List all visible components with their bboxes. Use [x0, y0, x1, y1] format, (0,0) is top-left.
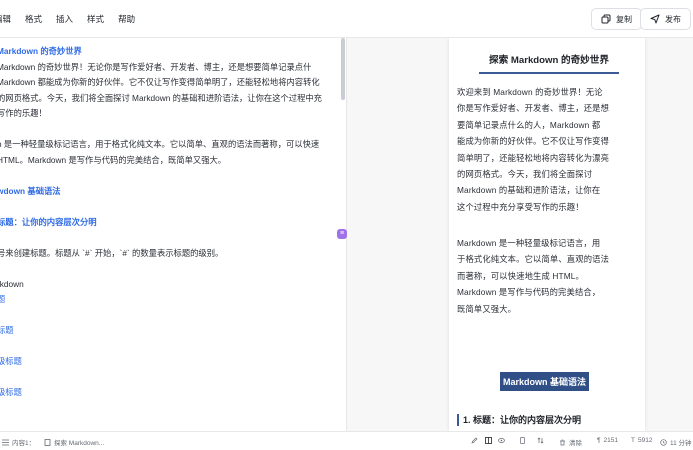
mobile-icon	[520, 437, 525, 444]
menu-style[interactable]: 样式	[87, 13, 104, 25]
word-count-icon: ¶	[597, 437, 601, 444]
publish-label: 发布	[665, 14, 681, 24]
preview-pane: 探索 Markdown 的奇妙世界 欢迎来到 Markdown 的奇妙世界！无论…	[347, 38, 693, 431]
char-count: T 5912	[631, 437, 652, 444]
eye-icon	[498, 438, 505, 443]
clock-icon	[660, 438, 667, 446]
editor-line: 级标题	[0, 356, 22, 366]
preview-card: 探索 Markdown 的奇妙世界 欢迎来到 Markdown 的奇妙世界！无论…	[449, 38, 645, 431]
clear-button[interactable]: 清除	[559, 437, 582, 447]
editor-line: 号来创建标题。标题从 `#` 开始，`#` 的数量表示标题的级别。	[0, 247, 224, 258]
status-bar: 内容1： 探索 Markdown... 清除 ¶ 2151 T 5912 11 …	[0, 431, 693, 450]
menu-edit[interactable]: 编辑	[0, 13, 11, 25]
clear-label: 清除	[569, 440, 582, 447]
preview-title: 探索 Markdown 的奇妙世界	[479, 52, 619, 74]
mobile-view-button[interactable]	[519, 437, 526, 444]
trash-icon	[560, 439, 565, 445]
document-tab-label: 探索 Markdown...	[54, 440, 105, 447]
preview-paragraph-2: Markdown 是一种轻量级标记语言，用 于格式化纯文本。它以简单、直观的语法…	[457, 238, 610, 314]
edit-mode-button[interactable]	[471, 437, 478, 444]
menu-format[interactable]: 格式	[25, 13, 42, 25]
sync-arrows-icon	[537, 437, 544, 444]
editor-scrollbar[interactable]	[341, 38, 345, 100]
editor-line: Markdown 都能成为你新的好伙伴。它不仅让写作变得简单明了，还能轻松地将内…	[0, 77, 320, 87]
copy-button[interactable]: 复制	[591, 8, 642, 30]
markdown-editor[interactable]: Markdown 的奇妙世界 Markdown 的奇妙世界！无论你是写作爱好者、开…	[0, 38, 346, 431]
sync-scroll-button[interactable]	[537, 437, 544, 444]
reading-time: 11 分钟	[660, 437, 692, 447]
editor-line: rkdown	[0, 278, 24, 289]
outline-icon	[2, 439, 9, 445]
editor-line: 标题：让你的内容层次分明	[0, 216, 97, 227]
editor-line: n 是一种轻量级标记语言，用于格式化纯文本。它以简单、直观的语法而著称，可以快速	[0, 139, 320, 149]
menu-insert[interactable]: 插入	[56, 13, 73, 25]
editor-line: Markdown 的奇妙世界	[0, 46, 82, 56]
preview-mode-button[interactable]	[498, 437, 505, 444]
drag-handle-icon[interactable]: ≡	[337, 229, 347, 239]
preview-heading-2: Markdown 基础语法	[500, 372, 590, 391]
document-tab[interactable]: 探索 Markdown...	[44, 437, 104, 447]
outline-toggle[interactable]: 内容1：	[2, 437, 35, 447]
copy-icon	[601, 14, 611, 24]
preview-heading-3: 1. 标题：让你的内容层次分明	[457, 414, 581, 426]
editor-line: Markdown 的奇妙世界！无论你是写作爱好者、开发者、博主，还是想要简单记录…	[0, 61, 312, 72]
pencil-icon	[471, 437, 478, 444]
editor-line: 标题	[0, 325, 14, 335]
editor-line: 级标题	[0, 387, 22, 397]
preview-paragraph-1: 欢迎来到 Markdown 的奇妙世界！无论 你是写作爱好者、开发者、博主，还是…	[457, 87, 610, 212]
top-toolbar: 编辑 格式 插入 样式 帮助 复制 发布	[0, 0, 693, 38]
reading-time-value: 11 分钟	[670, 440, 692, 447]
char-count-icon: T	[631, 437, 635, 444]
word-count: ¶ 2151	[597, 437, 618, 444]
menu-bar: 编辑 格式 插入 样式 帮助	[0, 13, 135, 25]
word-count-value: 2151	[603, 437, 618, 444]
editor-line: wdown 基础语法	[0, 185, 61, 196]
send-icon	[650, 14, 660, 24]
editor-line: 写作的乐趣！	[0, 108, 47, 118]
document-icon	[44, 438, 51, 446]
editor-line: 题	[0, 294, 6, 304]
publish-button[interactable]: 发布	[640, 8, 691, 30]
split-view-icon	[485, 437, 492, 444]
char-count-value: 5912	[637, 437, 653, 444]
outline-label: 内容1：	[12, 440, 36, 447]
split-view-button[interactable]	[485, 437, 492, 444]
menu-help[interactable]: 帮助	[118, 13, 135, 25]
copy-label: 复制	[616, 14, 632, 24]
editor-line: 的网页格式。今天，我们将全面探讨 Markdown 的基础和进阶语法，让你在这个…	[0, 92, 322, 103]
editor-line: HTML。Markdown 是写作与代码的完美结合，既简单又强大。	[0, 154, 227, 165]
